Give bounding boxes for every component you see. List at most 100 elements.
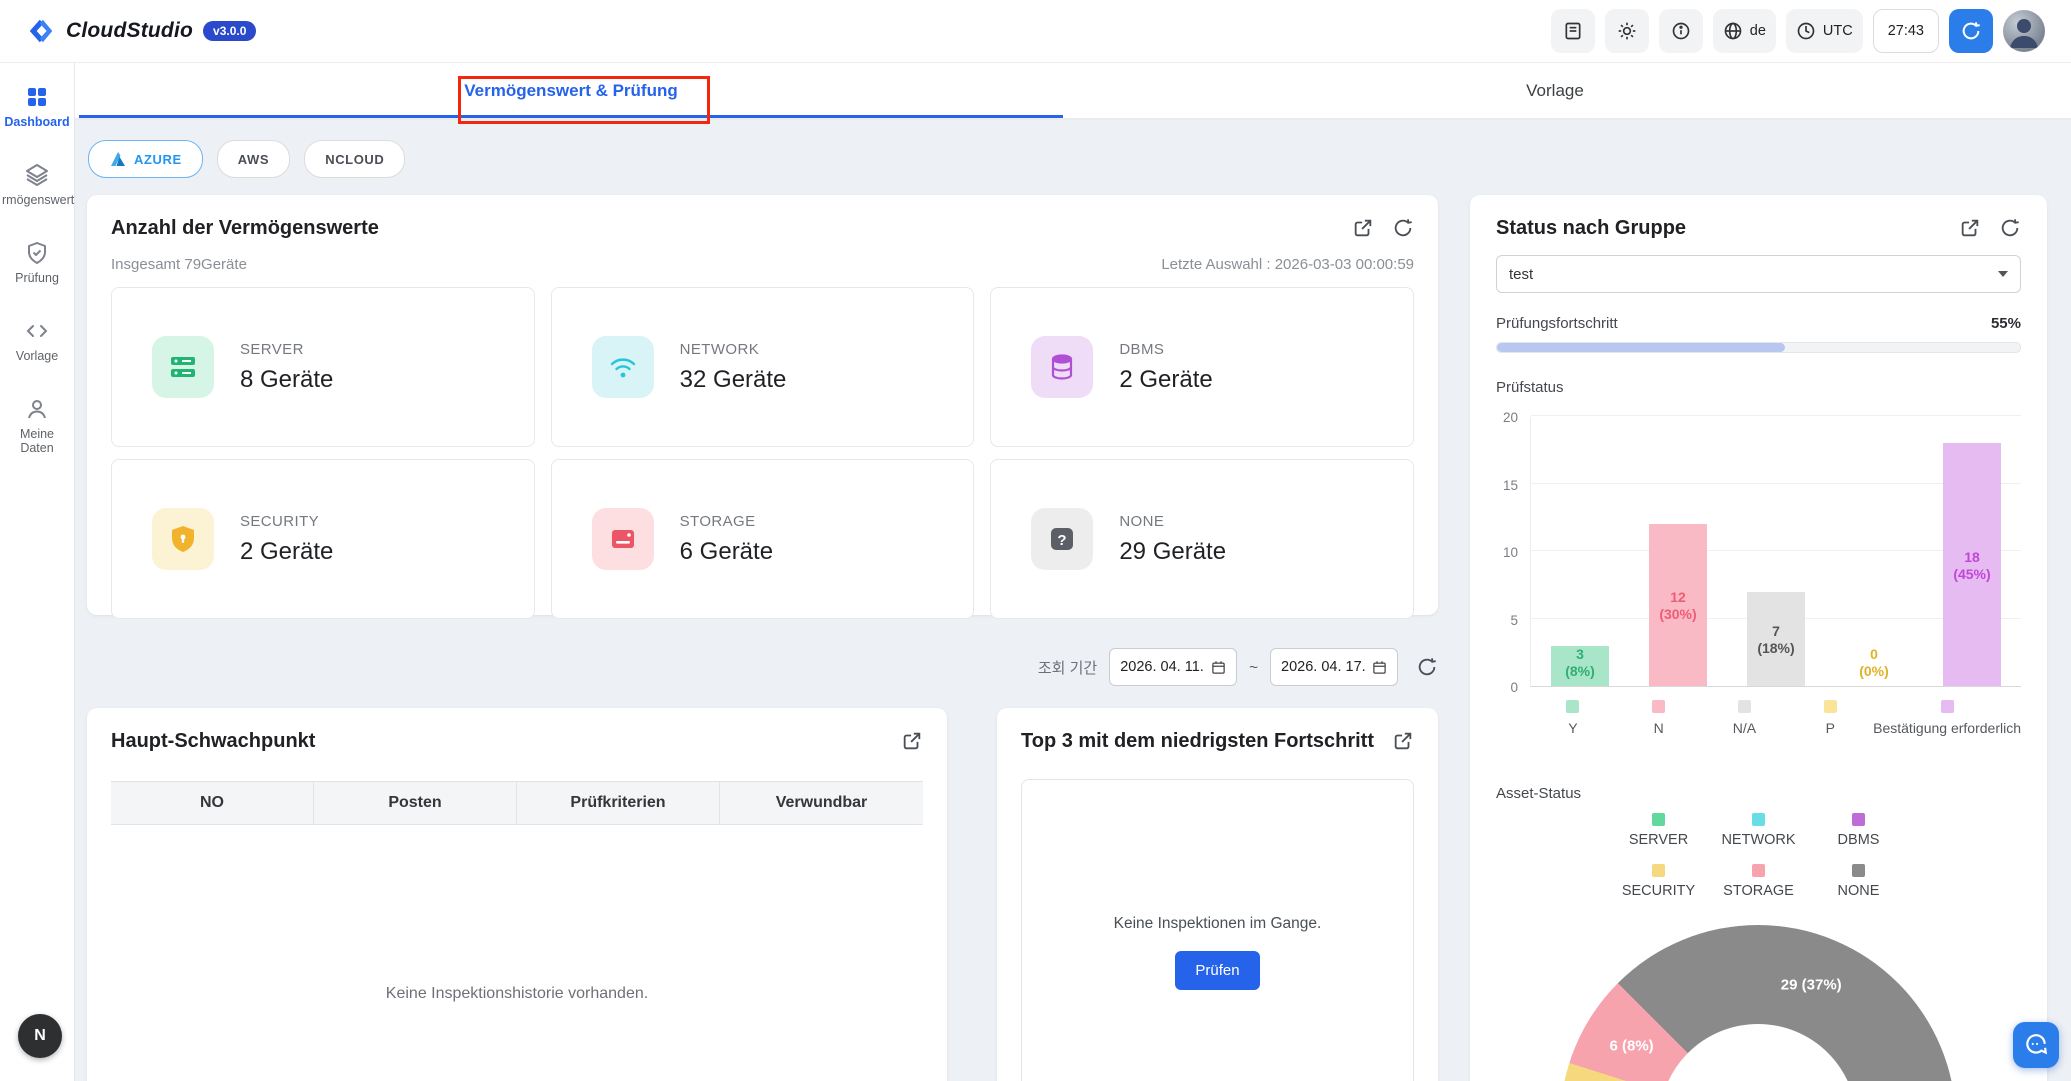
app-logo-icon xyxy=(26,16,56,46)
period-end-input[interactable]: 2026. 04. 17. xyxy=(1270,648,1398,686)
lowest-progress-card: Top 3 mit dem niedrigsten Fortschritt Ke… xyxy=(997,708,1438,1081)
category-tick: Bestätigung erforderlich xyxy=(1873,700,2021,736)
legend-label: NETWORK xyxy=(1721,832,1796,848)
chevron-down-icon xyxy=(1998,271,2008,277)
sidebar-item-template[interactable]: Vorlage xyxy=(0,311,74,389)
inspect-button[interactable]: Prüfen xyxy=(1175,950,1260,990)
provider-azure-button[interactable]: AZURE xyxy=(88,140,203,178)
category-color-swatch xyxy=(1940,700,1954,713)
sidebar-item-label: Prüfung xyxy=(15,271,59,285)
period-start-input[interactable]: 2026. 04. 11. xyxy=(1109,648,1238,686)
sidebar-item-dashboard[interactable]: Dashboard xyxy=(0,77,74,155)
asset-card-dbms[interactable]: DBMS 2 Geräte xyxy=(990,287,1414,447)
calendar-icon xyxy=(1372,660,1387,675)
legend-label: SERVER xyxy=(1628,832,1689,848)
open-external-icon[interactable] xyxy=(901,730,923,752)
period-refresh-icon[interactable] xyxy=(1416,656,1438,678)
code-icon xyxy=(25,319,49,343)
chat-sync-icon xyxy=(2023,1032,2049,1058)
column-header: NO xyxy=(111,782,314,824)
provider-aws-button[interactable]: AWS xyxy=(216,140,291,178)
bar-chart: 0 5 10 15 20 3 (8%) 12 (30%) 7 (18%) 0 (0%) 18 (… xyxy=(1496,410,2021,695)
card-title: Top 3 mit dem niedrigsten Fortschritt xyxy=(1021,730,1374,752)
open-external-icon[interactable] xyxy=(1352,217,1374,239)
legend-label: NONE xyxy=(1837,883,1880,899)
column-header: Posten xyxy=(314,782,517,824)
provider-label: AZURE xyxy=(134,151,182,167)
period-filter: 조회 기간 2026. 04. 11. ~ 2026. 04. 17. xyxy=(87,648,1438,686)
asset-card-none[interactable]: ? NONE 29 Geräte xyxy=(990,459,1414,619)
legend-color-swatch xyxy=(1852,864,1865,877)
header: CloudStudio v3.0.0 de UTC 27:43 xyxy=(0,0,2071,63)
asset-card-network[interactable]: NETWORK 32 Geräte xyxy=(550,287,975,447)
column-header: Verwundbar xyxy=(775,794,868,811)
open-external-icon[interactable] xyxy=(1392,730,1414,752)
user-avatar[interactable] xyxy=(2003,10,2045,52)
donut-slice-label: 29 (37%) xyxy=(1780,976,1842,994)
refresh-session-button[interactable] xyxy=(1949,9,1993,53)
asset-card-storage[interactable]: STORAGE 6 Geräte xyxy=(550,459,975,619)
question-icon: ? xyxy=(1031,508,1094,570)
sidebar-item-assets[interactable]: rmögenswert xyxy=(0,155,74,233)
page: CloudStudio v3.0.0 de UTC 27:43 Dashboar… xyxy=(0,0,2071,1081)
refresh-icon[interactable] xyxy=(1999,217,2021,239)
sidebar-item-my-data[interactable]: Meine Daten xyxy=(0,389,74,467)
person-icon xyxy=(25,397,49,421)
floating-avatar-button[interactable]: N xyxy=(18,1014,62,1058)
info-button[interactable] xyxy=(1658,9,1703,53)
refresh-icon[interactable] xyxy=(1392,217,1414,239)
card-title: Status nach Gruppe xyxy=(1496,217,1687,239)
asset-count: 8 Geräte xyxy=(240,365,334,393)
tab-asset-inspection[interactable]: Vermögenswert & Prüfung xyxy=(79,63,1063,118)
empty-state-text: Keine Inspektionshistorie vorhanden. xyxy=(385,985,649,1002)
board-button[interactable] xyxy=(1550,9,1595,53)
asset-overview-card: Anzahl der Vermögenswerte Insgesamt 79Ge… xyxy=(87,195,1438,619)
y-tick: 20 xyxy=(1502,410,1518,425)
legend-item: DBMS xyxy=(1809,813,1909,848)
bar-value-label: 7 (18%) xyxy=(1757,623,1795,656)
legend-label: DBMS xyxy=(1837,832,1880,848)
chat-support-button[interactable] xyxy=(2013,1022,2059,1068)
legend-color-swatch xyxy=(1652,864,1665,877)
network-icon xyxy=(591,336,654,398)
legend-color-swatch xyxy=(1752,864,1765,877)
timezone-label: UTC xyxy=(1822,23,1853,39)
legend-label: STORAGE xyxy=(1723,883,1794,899)
tab-label: Vorlage xyxy=(1526,80,1584,100)
empty-state-box: Keine Inspektionen im Gange. Prüfen xyxy=(1021,779,1414,1081)
legend-color-swatch xyxy=(1852,813,1865,826)
card-title: Haupt-Schwachpunkt xyxy=(111,730,316,752)
session-timer[interactable]: 27:43 xyxy=(1872,9,1939,53)
sun-icon xyxy=(1617,21,1637,41)
bar-value-label: 18 (45%) xyxy=(1953,548,1991,582)
theme-toggle-button[interactable] xyxy=(1604,9,1649,53)
asset-last-selected: Letzte Auswahl : 2026-03-03 00:00:59 xyxy=(1161,256,1414,273)
bar-slot: 12 (30%) xyxy=(1629,417,1727,686)
info-icon xyxy=(1671,21,1691,41)
open-external-icon[interactable] xyxy=(1959,217,1981,239)
provider-ncloud-button[interactable]: NCLOUD xyxy=(304,140,406,178)
asset-status-legend: SERVER NETWORK DBMS SECURITY STORAGE NONE xyxy=(1496,813,2021,899)
tab-strip: Vermögenswert & Prüfung Vorlage xyxy=(75,63,2071,120)
board-icon xyxy=(1563,21,1583,41)
bar-yaxis: 0 5 10 15 20 xyxy=(1496,410,1522,695)
asset-card-server[interactable]: SERVER 8 Geräte xyxy=(111,287,535,447)
bar-slot: 18 (45%) xyxy=(1923,417,2021,686)
column-header: Prüfkriterien xyxy=(517,782,720,824)
sidebar-item-inspection[interactable]: Prüfung xyxy=(0,233,74,311)
asset-count: 2 Geräte xyxy=(240,537,334,565)
group-select[interactable]: test xyxy=(1496,255,2021,293)
asset-name: SECURITY xyxy=(240,512,320,530)
bar-value-label: 3 (8%) xyxy=(1565,646,1595,680)
calendar-icon xyxy=(1211,660,1226,675)
tab-template[interactable]: Vorlage xyxy=(1063,63,2047,118)
asset-card-security[interactable]: SECURITY 2 Geräte xyxy=(111,459,535,619)
floating-avatar-letter: N xyxy=(34,1027,46,1044)
legend-item: SERVER xyxy=(1609,813,1709,848)
weak-points-card: Haupt-Schwachpunkt NO Posten Prüfkriteri… xyxy=(87,708,947,1081)
timezone-button[interactable]: UTC xyxy=(1785,9,1863,53)
progress-value: 55% xyxy=(1990,315,2021,332)
category-color-swatch xyxy=(1737,700,1751,713)
clock-icon xyxy=(1796,21,1816,41)
language-button[interactable]: de xyxy=(1712,9,1776,53)
